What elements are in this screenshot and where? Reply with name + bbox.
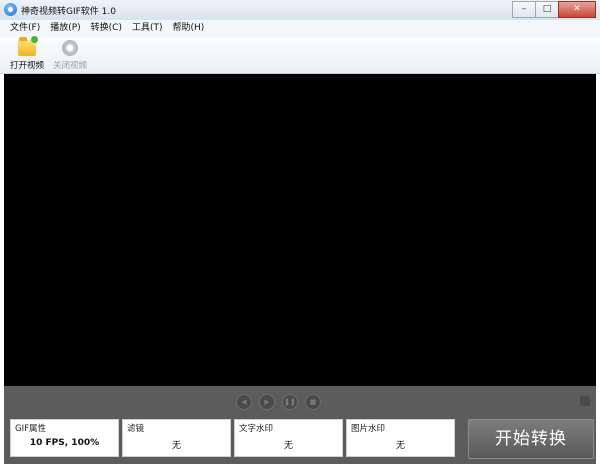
playback-controls: ◀ ▶ ❚❚ ■	[236, 394, 328, 410]
filter-title: 滤镜	[127, 424, 145, 434]
gif-properties-panel[interactable]: GIF属性 10 FPS, 100%	[10, 419, 119, 457]
stop-button[interactable]: ■	[305, 394, 321, 410]
image-watermark-title: 图片水印	[351, 424, 386, 434]
menu-help[interactable]: 帮助(H)	[168, 20, 210, 37]
text-watermark-title: 文字水印	[239, 424, 274, 434]
toolbar: 打开视频 关闭视频	[0, 36, 600, 74]
image-watermark-panel[interactable]: 图片水印 无	[346, 419, 455, 457]
start-convert-button[interactable]: 开始转换	[468, 419, 594, 459]
close-button[interactable]: ✕	[558, 1, 596, 18]
filter-value: 无	[171, 441, 181, 451]
window-title: 神奇视频转GIF软件 1.0	[21, 7, 116, 17]
open-video-button[interactable]: 打开视频	[7, 36, 47, 71]
menu-play[interactable]: 播放(P)	[45, 20, 85, 37]
close-video-button[interactable]: 关闭视频	[50, 40, 90, 71]
menu-bar: 文件(F) 播放(P) 转换(C) 工具(T) 帮助(H)	[0, 20, 600, 38]
text-watermark-panel[interactable]: 文字水印 无	[234, 419, 343, 457]
video-preview-area[interactable]	[4, 74, 596, 386]
bottom-panel: ◀ ▶ ❚❚ ■ GIF属性 10 FPS, 100% 滤镜 无 文字水印 无 …	[4, 386, 596, 464]
open-folder-icon	[18, 36, 38, 56]
menu-tools[interactable]: 工具(T)	[127, 20, 168, 37]
text-watermark-value: 无	[283, 441, 293, 451]
pause-button[interactable]: ❚❚	[282, 394, 298, 410]
close-video-label: 关闭视频	[52, 61, 87, 71]
open-video-label: 打开视频	[9, 61, 44, 71]
minimize-button[interactable]: –	[512, 1, 536, 18]
title-bar: 神奇视频转GIF软件 1.0 – □ ✕	[0, 0, 600, 21]
menu-convert[interactable]: 转换(C)	[86, 20, 127, 37]
menu-file[interactable]: 文件(F)	[0, 20, 45, 37]
image-watermark-value: 无	[395, 441, 405, 451]
app-icon	[4, 3, 17, 16]
volume-icon[interactable]	[580, 396, 590, 406]
window-controls: – □ ✕	[512, 1, 596, 18]
play-button[interactable]: ▶	[259, 394, 275, 410]
previous-button[interactable]: ◀	[236, 394, 252, 410]
close-video-icon	[62, 40, 78, 56]
gif-properties-title: GIF属性	[15, 424, 46, 434]
filter-panel[interactable]: 滤镜 无	[122, 419, 231, 457]
gif-properties-value: 10 FPS, 100%	[29, 438, 100, 448]
maximize-button[interactable]: □	[535, 1, 559, 18]
